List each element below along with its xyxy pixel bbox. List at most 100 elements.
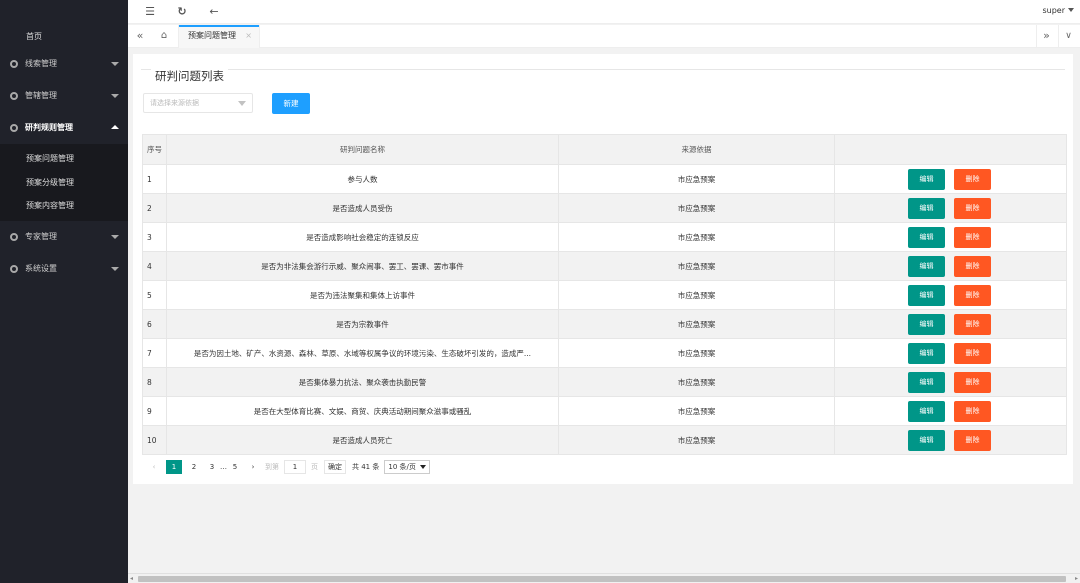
cell-actions: 编辑 删除: [834, 222, 1067, 252]
sidebar-item-plan-questions[interactable]: 预案问题管理: [0, 147, 128, 171]
sidebar-group-experts[interactable]: 专家管理: [0, 221, 128, 253]
cell-actions: 编辑 删除: [834, 396, 1067, 426]
tabs-scroll-left-icon[interactable]: «: [132, 25, 148, 48]
caret-down-icon: [1068, 8, 1074, 12]
delete-button[interactable]: 删除: [954, 400, 991, 422]
table-row: 6 是否为宗教事件 市应急预案 编辑 删除: [142, 309, 1067, 339]
cell-source: 市应急预案: [558, 222, 835, 252]
page-size-select[interactable]: 10 条/页: [384, 460, 431, 474]
gear-icon: [10, 232, 18, 241]
edit-button[interactable]: 编辑: [908, 197, 945, 219]
scroll-left-arrow-icon[interactable]: ◂: [130, 575, 133, 582]
back-arrow-icon[interactable]: ←: [206, 0, 222, 24]
page-button[interactable]: 2: [188, 460, 200, 474]
cell-seq: 7: [142, 338, 167, 368]
goto-confirm-button[interactable]: 确定: [324, 460, 346, 474]
cell-seq: 1: [142, 164, 167, 194]
cell-actions: 编辑 删除: [834, 338, 1067, 368]
refresh-icon[interactable]: ↻: [174, 0, 190, 24]
sidebar-group-jurisdiction[interactable]: 管辖管理: [0, 80, 128, 112]
sidebar-group-label: 专家管理: [25, 231, 57, 241]
column-header: 研判问题名称: [166, 134, 559, 165]
delete-button[interactable]: 删除: [954, 197, 991, 219]
page-button[interactable]: 3: [206, 460, 218, 474]
home-icon[interactable]: ⌂: [156, 25, 172, 48]
cell-question-name: 是否为因土地、矿产、水资源、森林、草原、水域等权属争议的环境污染、生态破坏引发的…: [166, 338, 559, 368]
delete-button[interactable]: 删除: [954, 371, 991, 393]
prev-page-button[interactable]: ‹: [148, 460, 160, 474]
chevron-down-icon: [111, 266, 119, 271]
delete-button[interactable]: 删除: [954, 255, 991, 277]
cell-source: 市应急预案: [558, 251, 835, 281]
edit-button[interactable]: 编辑: [908, 342, 945, 364]
horizontal-scrollbar[interactable]: ◂ ▸: [128, 573, 1080, 583]
sidebar-item-plan-levels[interactable]: 预案分级管理: [0, 171, 128, 195]
edit-button[interactable]: 编辑: [908, 371, 945, 393]
gear-icon: [10, 92, 18, 100]
chevron-down-icon: [111, 62, 119, 66]
cell-source: 市应急预案: [558, 164, 835, 194]
content-card: 研判问题列表 请选择来源依据 新建 序号 研判问题名称 来源依据 1 参与人数 市应…: [133, 54, 1073, 484]
table-row: 1 参与人数 市应急预案 编辑 删除: [142, 164, 1067, 194]
cell-source: 市应急预案: [558, 280, 835, 310]
table-row: 8 是否集体暴力抗法、聚众袭击执勤民警 市应急预案 编辑 删除: [142, 367, 1067, 397]
tab-plan-questions[interactable]: 预案问题管理 ×: [178, 25, 260, 48]
cell-question-name: 参与人数: [166, 164, 559, 194]
delete-button[interactable]: 删除: [954, 168, 991, 190]
page-button-current[interactable]: 1: [166, 460, 182, 474]
user-menu[interactable]: super: [1042, 0, 1074, 22]
gear-icon: [10, 124, 18, 132]
edit-button[interactable]: 编辑: [908, 168, 945, 190]
scrollbar-thumb[interactable]: [138, 576, 1066, 582]
sidebar-item-label: 首页: [26, 32, 42, 41]
goto-page-input[interactable]: 1: [284, 460, 306, 474]
next-page-button[interactable]: ›: [247, 460, 259, 474]
sidebar-group-settings[interactable]: 系统设置: [0, 253, 128, 285]
delete-button[interactable]: 删除: [954, 342, 991, 364]
scroll-right-arrow-icon[interactable]: ▸: [1075, 575, 1078, 582]
delete-button[interactable]: 删除: [954, 313, 991, 335]
edit-button[interactable]: 编辑: [908, 226, 945, 248]
sidebar-item-plan-content[interactable]: 预案内容管理: [0, 194, 128, 218]
cell-actions: 编辑 删除: [834, 309, 1067, 339]
delete-button[interactable]: 删除: [954, 226, 991, 248]
sidebar-item-home[interactable]: 首页: [0, 26, 128, 48]
cell-question-name: 是否为非法集会游行示威、聚众闹事、罢工、罢课、罢市事件: [166, 251, 559, 281]
column-header: 来源依据: [558, 134, 835, 165]
edit-button[interactable]: 编辑: [908, 429, 945, 451]
cell-actions: 编辑 删除: [834, 280, 1067, 310]
sidebar-group-label: 研判规则管理: [25, 123, 73, 132]
new-button[interactable]: 新建: [272, 93, 310, 114]
cell-seq: 8: [142, 367, 167, 397]
cell-seq: 5: [142, 280, 167, 310]
sidebar-group-clues[interactable]: 线索管理: [0, 48, 128, 80]
table-row: 2 是否造成人员受伤 市应急预案 编辑 删除: [142, 193, 1067, 223]
cell-actions: 编辑 删除: [834, 367, 1067, 397]
cell-source: 市应急预案: [558, 193, 835, 223]
edit-button[interactable]: 编辑: [908, 313, 945, 335]
cell-source: 市应急预案: [558, 309, 835, 339]
delete-button[interactable]: 删除: [954, 284, 991, 306]
tabs-dropdown-icon[interactable]: ∨: [1058, 25, 1078, 48]
cell-seq: 2: [142, 193, 167, 223]
menu-toggle-icon[interactable]: ☰: [142, 0, 158, 24]
delete-button[interactable]: 删除: [954, 429, 991, 451]
sidebar-group-rules[interactable]: 研判规则管理: [0, 112, 128, 144]
tabs-scroll-right-icon[interactable]: »: [1036, 25, 1056, 48]
sidebar-group-label: 管辖管理: [25, 91, 57, 100]
cell-source: 市应急预案: [558, 425, 835, 455]
page-unit-label: 页: [311, 463, 318, 471]
page-ellipsis: …: [220, 463, 227, 471]
card-title: 研判问题列表: [151, 68, 228, 84]
cell-source: 市应急预案: [558, 396, 835, 426]
gear-icon: [10, 264, 18, 273]
edit-button[interactable]: 编辑: [908, 255, 945, 277]
edit-button[interactable]: 编辑: [908, 284, 945, 306]
source-select[interactable]: 请选择来源依据: [143, 93, 253, 113]
page-button[interactable]: 5: [229, 460, 241, 474]
close-icon[interactable]: ×: [245, 25, 252, 47]
edit-button[interactable]: 编辑: [908, 400, 945, 422]
pagination: ‹ 1 2 3 … 5 › 到第 1 页 确定 共 41 条 10 条/页: [148, 459, 431, 475]
cell-question-name: 是否造成影响社会稳定的连锁反应: [166, 222, 559, 252]
table-row: 7 是否为因土地、矿产、水资源、森林、草原、水域等权属争议的环境污染、生态破坏引发…: [142, 338, 1067, 368]
